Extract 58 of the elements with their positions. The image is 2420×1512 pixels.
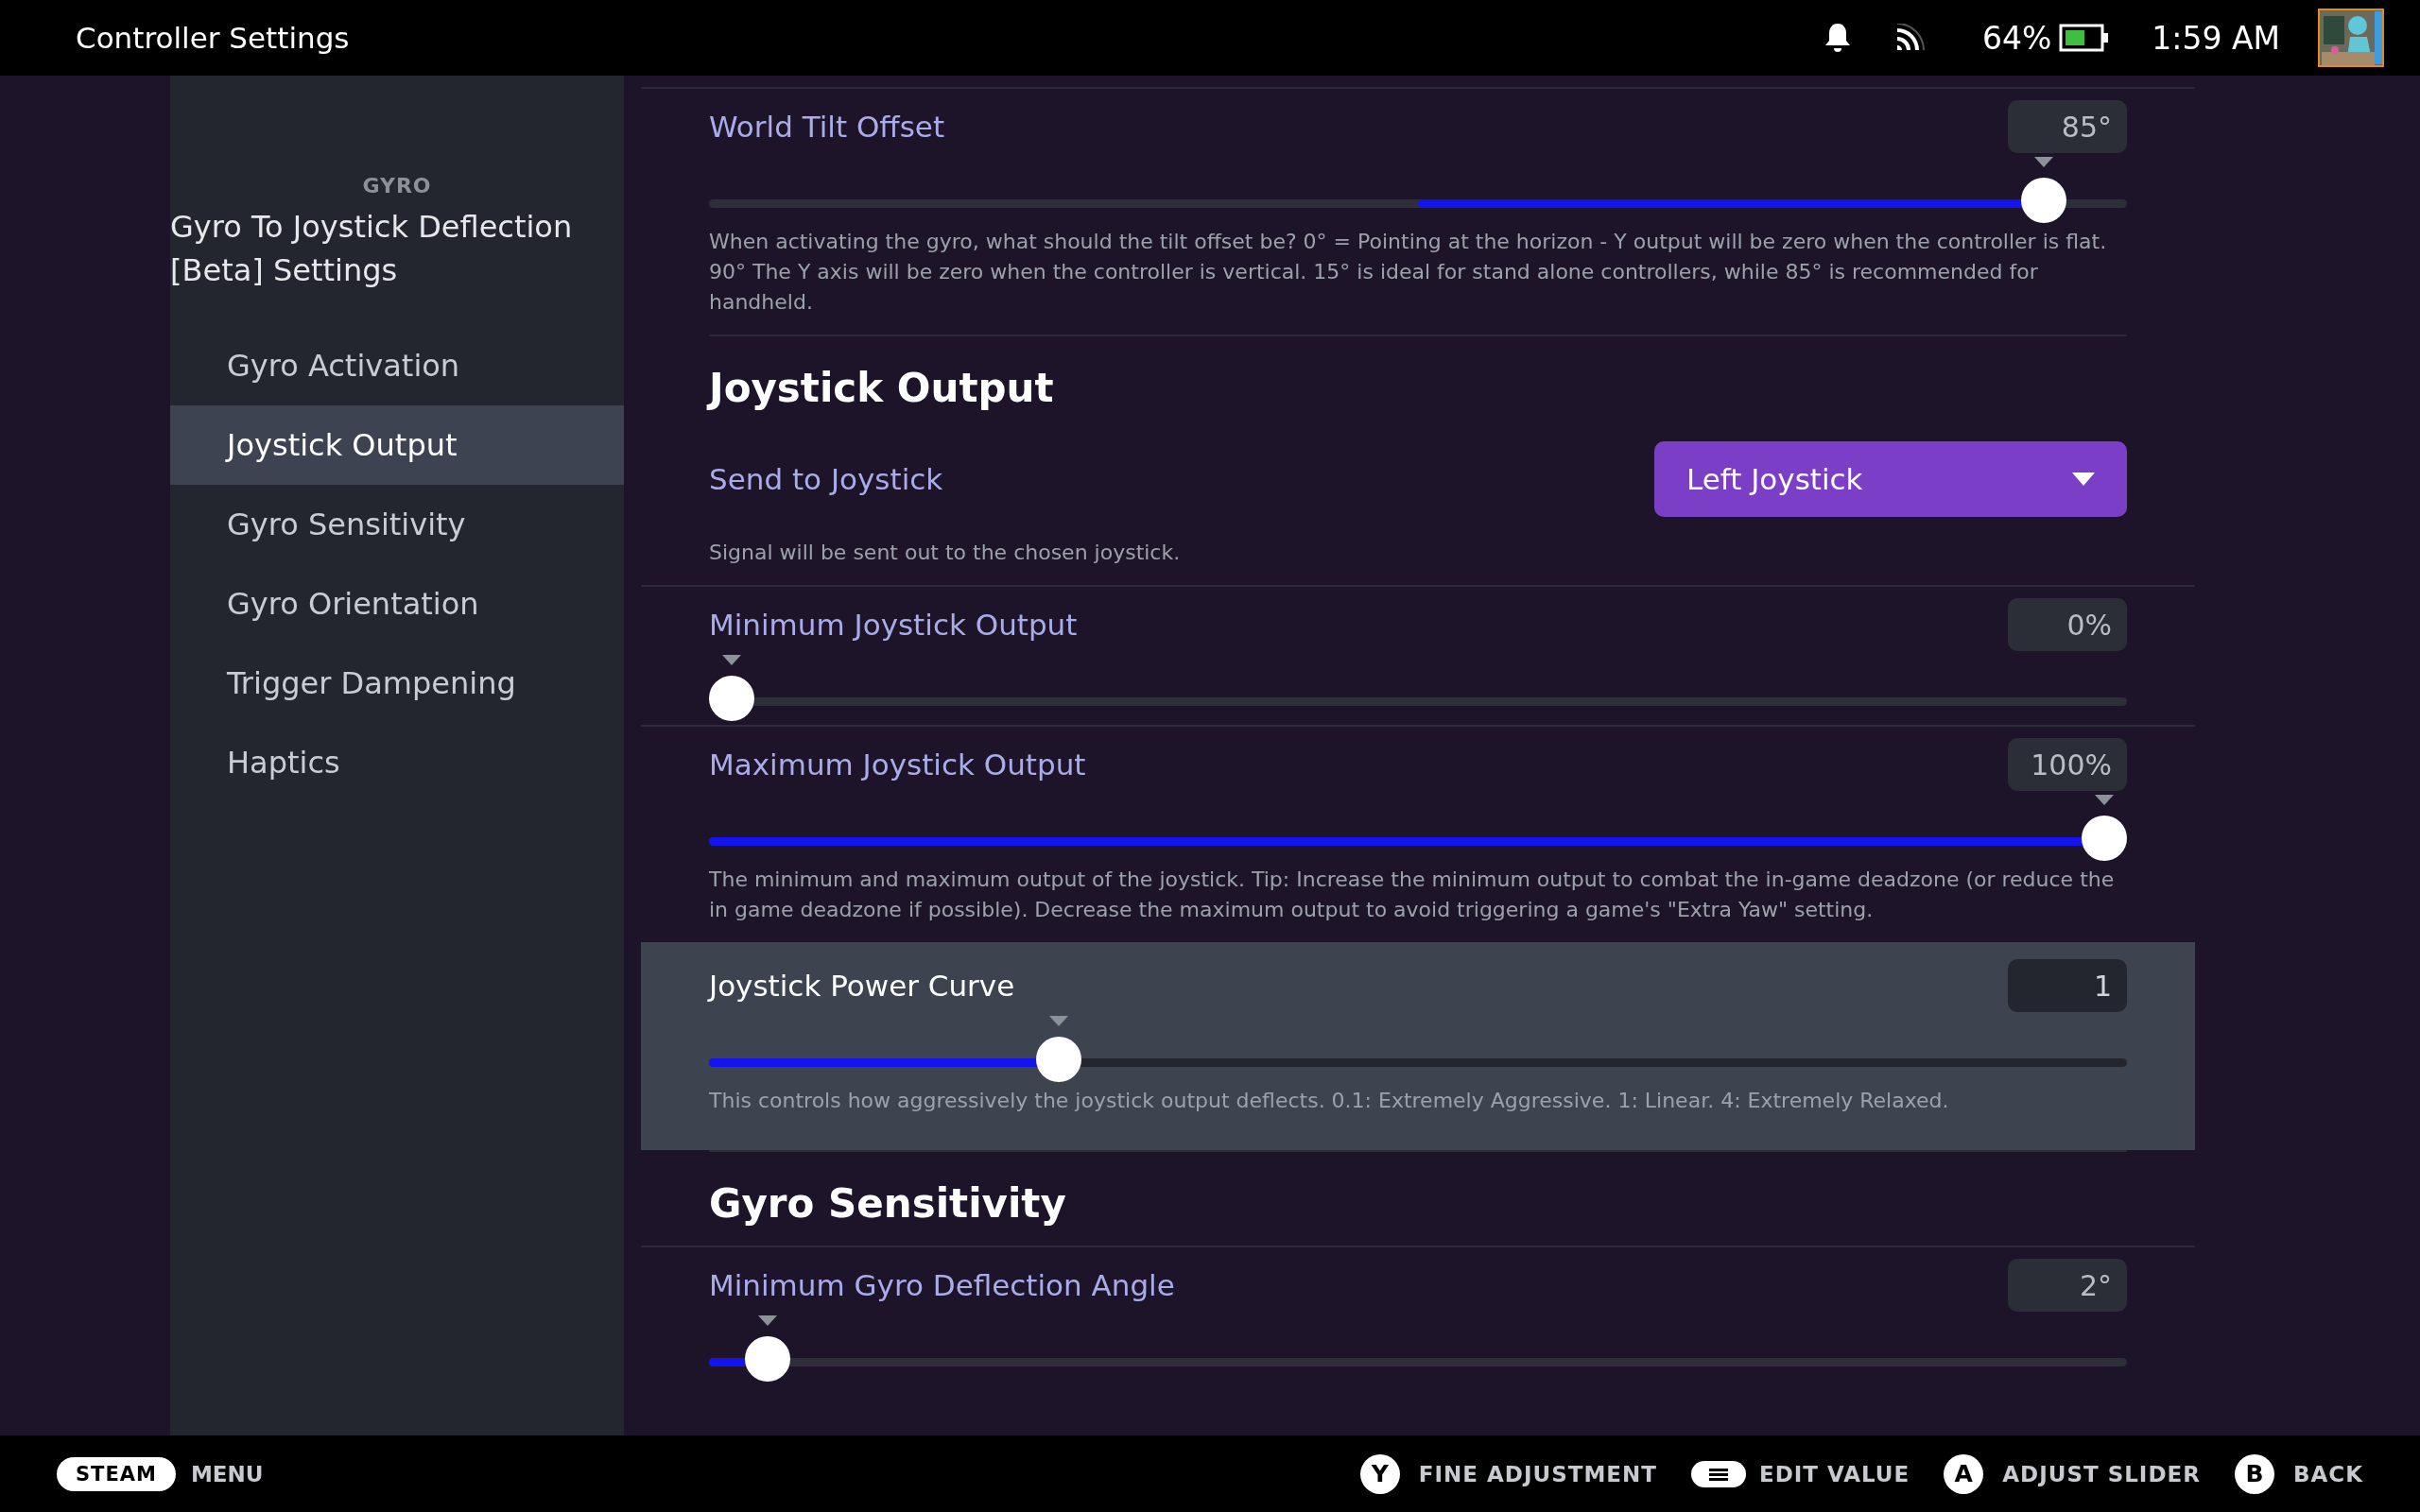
slider[interactable]: [709, 1014, 2127, 1082]
section-label: GYRO: [361, 174, 433, 198]
signal-icon[interactable]: [1895, 24, 1926, 52]
hint-label: BACK: [2292, 1461, 2363, 1486]
screen-title: Controller Settings: [76, 21, 351, 55]
value-field[interactable]: 85°: [2008, 100, 2127, 153]
slider[interactable]: [709, 155, 2127, 223]
marker-icon: [2034, 157, 2054, 167]
setting-description: This controls how aggressively the joystick output deflects. 0.1: Extremely Aggressive. 1: Linear. 4: Extremely Relaxed.: [709, 1088, 1950, 1114]
slider-thumb[interactable]: [744, 1336, 790, 1382]
setting-description: The minimum and maximum output of the joystick. Tip: Increase the minimum output to combat the in-game deadzone (or reduce the in game deadzone if possible). Decrease the maximum output to avoid triggering a game's "Extra Yaw" setting.: [709, 867, 2116, 923]
nav-item[interactable]: Joystick Output: [170, 405, 624, 485]
nav-item[interactable]: Gyro Activation: [170, 326, 624, 405]
value-field[interactable]: 100%: [2008, 738, 2127, 791]
marker-icon: [1048, 1016, 1068, 1026]
caret-icon: [2072, 472, 2095, 486]
hint-label: FINE ADJUSTMENT: [1418, 1461, 1657, 1486]
section-heading: Gyro Sensitivity: [709, 1150, 2127, 1246]
marker-icon: [722, 655, 741, 665]
battery-icon: [2059, 24, 2111, 52]
value-field[interactable]: 0%: [2008, 598, 2127, 651]
menu-button-icon: [1690, 1460, 1746, 1487]
nav-item[interactable]: Gyro Orientation: [170, 564, 624, 644]
nav-item[interactable]: Haptics: [170, 723, 624, 802]
bell-icon[interactable]: [1824, 22, 1852, 54]
clock-time: 1:59 AM: [2152, 19, 2280, 57]
setting-description: Signal will be sent out to the chosen joystick.: [709, 540, 1182, 566]
slider[interactable]: [709, 1314, 2127, 1382]
slider[interactable]: [709, 793, 2127, 861]
setting-label: Send to Joystick: [709, 462, 943, 496]
hint-label: ADJUST SLIDER: [2002, 1461, 2201, 1486]
hint-label: EDIT VALUE: [1758, 1461, 1910, 1486]
nav-item[interactable]: Gyro Sensitivity: [170, 485, 624, 564]
slider-thumb[interactable]: [2021, 178, 2067, 223]
button-glyph: B: [2234, 1453, 2274, 1494]
value-field[interactable]: 2°: [2008, 1259, 2127, 1312]
setting-description: When activating the gyro, what should the tilt offset be? 0° = Pointing at the horizon - Y output will be zero when the controller is flat. 90° The Y axis will be zero when the controller is vertical. 15° is ideal for stand alone controllers, while 85° is recommended for handheld.: [709, 229, 2108, 316]
slider-thumb[interactable]: [1035, 1037, 1081, 1082]
steam-button[interactable]: STEAM: [57, 1456, 176, 1491]
hint-label: MENU: [190, 1461, 265, 1486]
slider[interactable]: [709, 653, 2127, 721]
setting-label: Maximum Joystick Output: [709, 747, 1086, 782]
setting-label: Minimum Joystick Output: [709, 608, 1078, 642]
button-glyph: Y: [1359, 1453, 1400, 1494]
value-field[interactable]: 1: [2008, 959, 2127, 1012]
marker-icon: [2095, 795, 2114, 805]
slider-thumb[interactable]: [2082, 816, 2127, 861]
page-title: Gyro To Joystick Deflection [Beta] Settings: [170, 208, 574, 290]
battery-percent: 64%: [1982, 19, 2052, 57]
nav-item[interactable]: Trigger Dampening: [170, 644, 624, 723]
slider-thumb[interactable]: [709, 676, 754, 721]
slider-fill: [709, 1358, 746, 1366]
joystick-dropdown[interactable]: Left Joystick: [1654, 441, 2127, 517]
marker-icon: [757, 1315, 777, 1326]
setting-label: Minimum Gyro Deflection Angle: [709, 1268, 1175, 1302]
setting-label: World Tilt Offset: [709, 110, 945, 144]
setting-label: Joystick Power Curve: [709, 969, 1015, 1003]
button-glyph: A: [1944, 1453, 1984, 1494]
